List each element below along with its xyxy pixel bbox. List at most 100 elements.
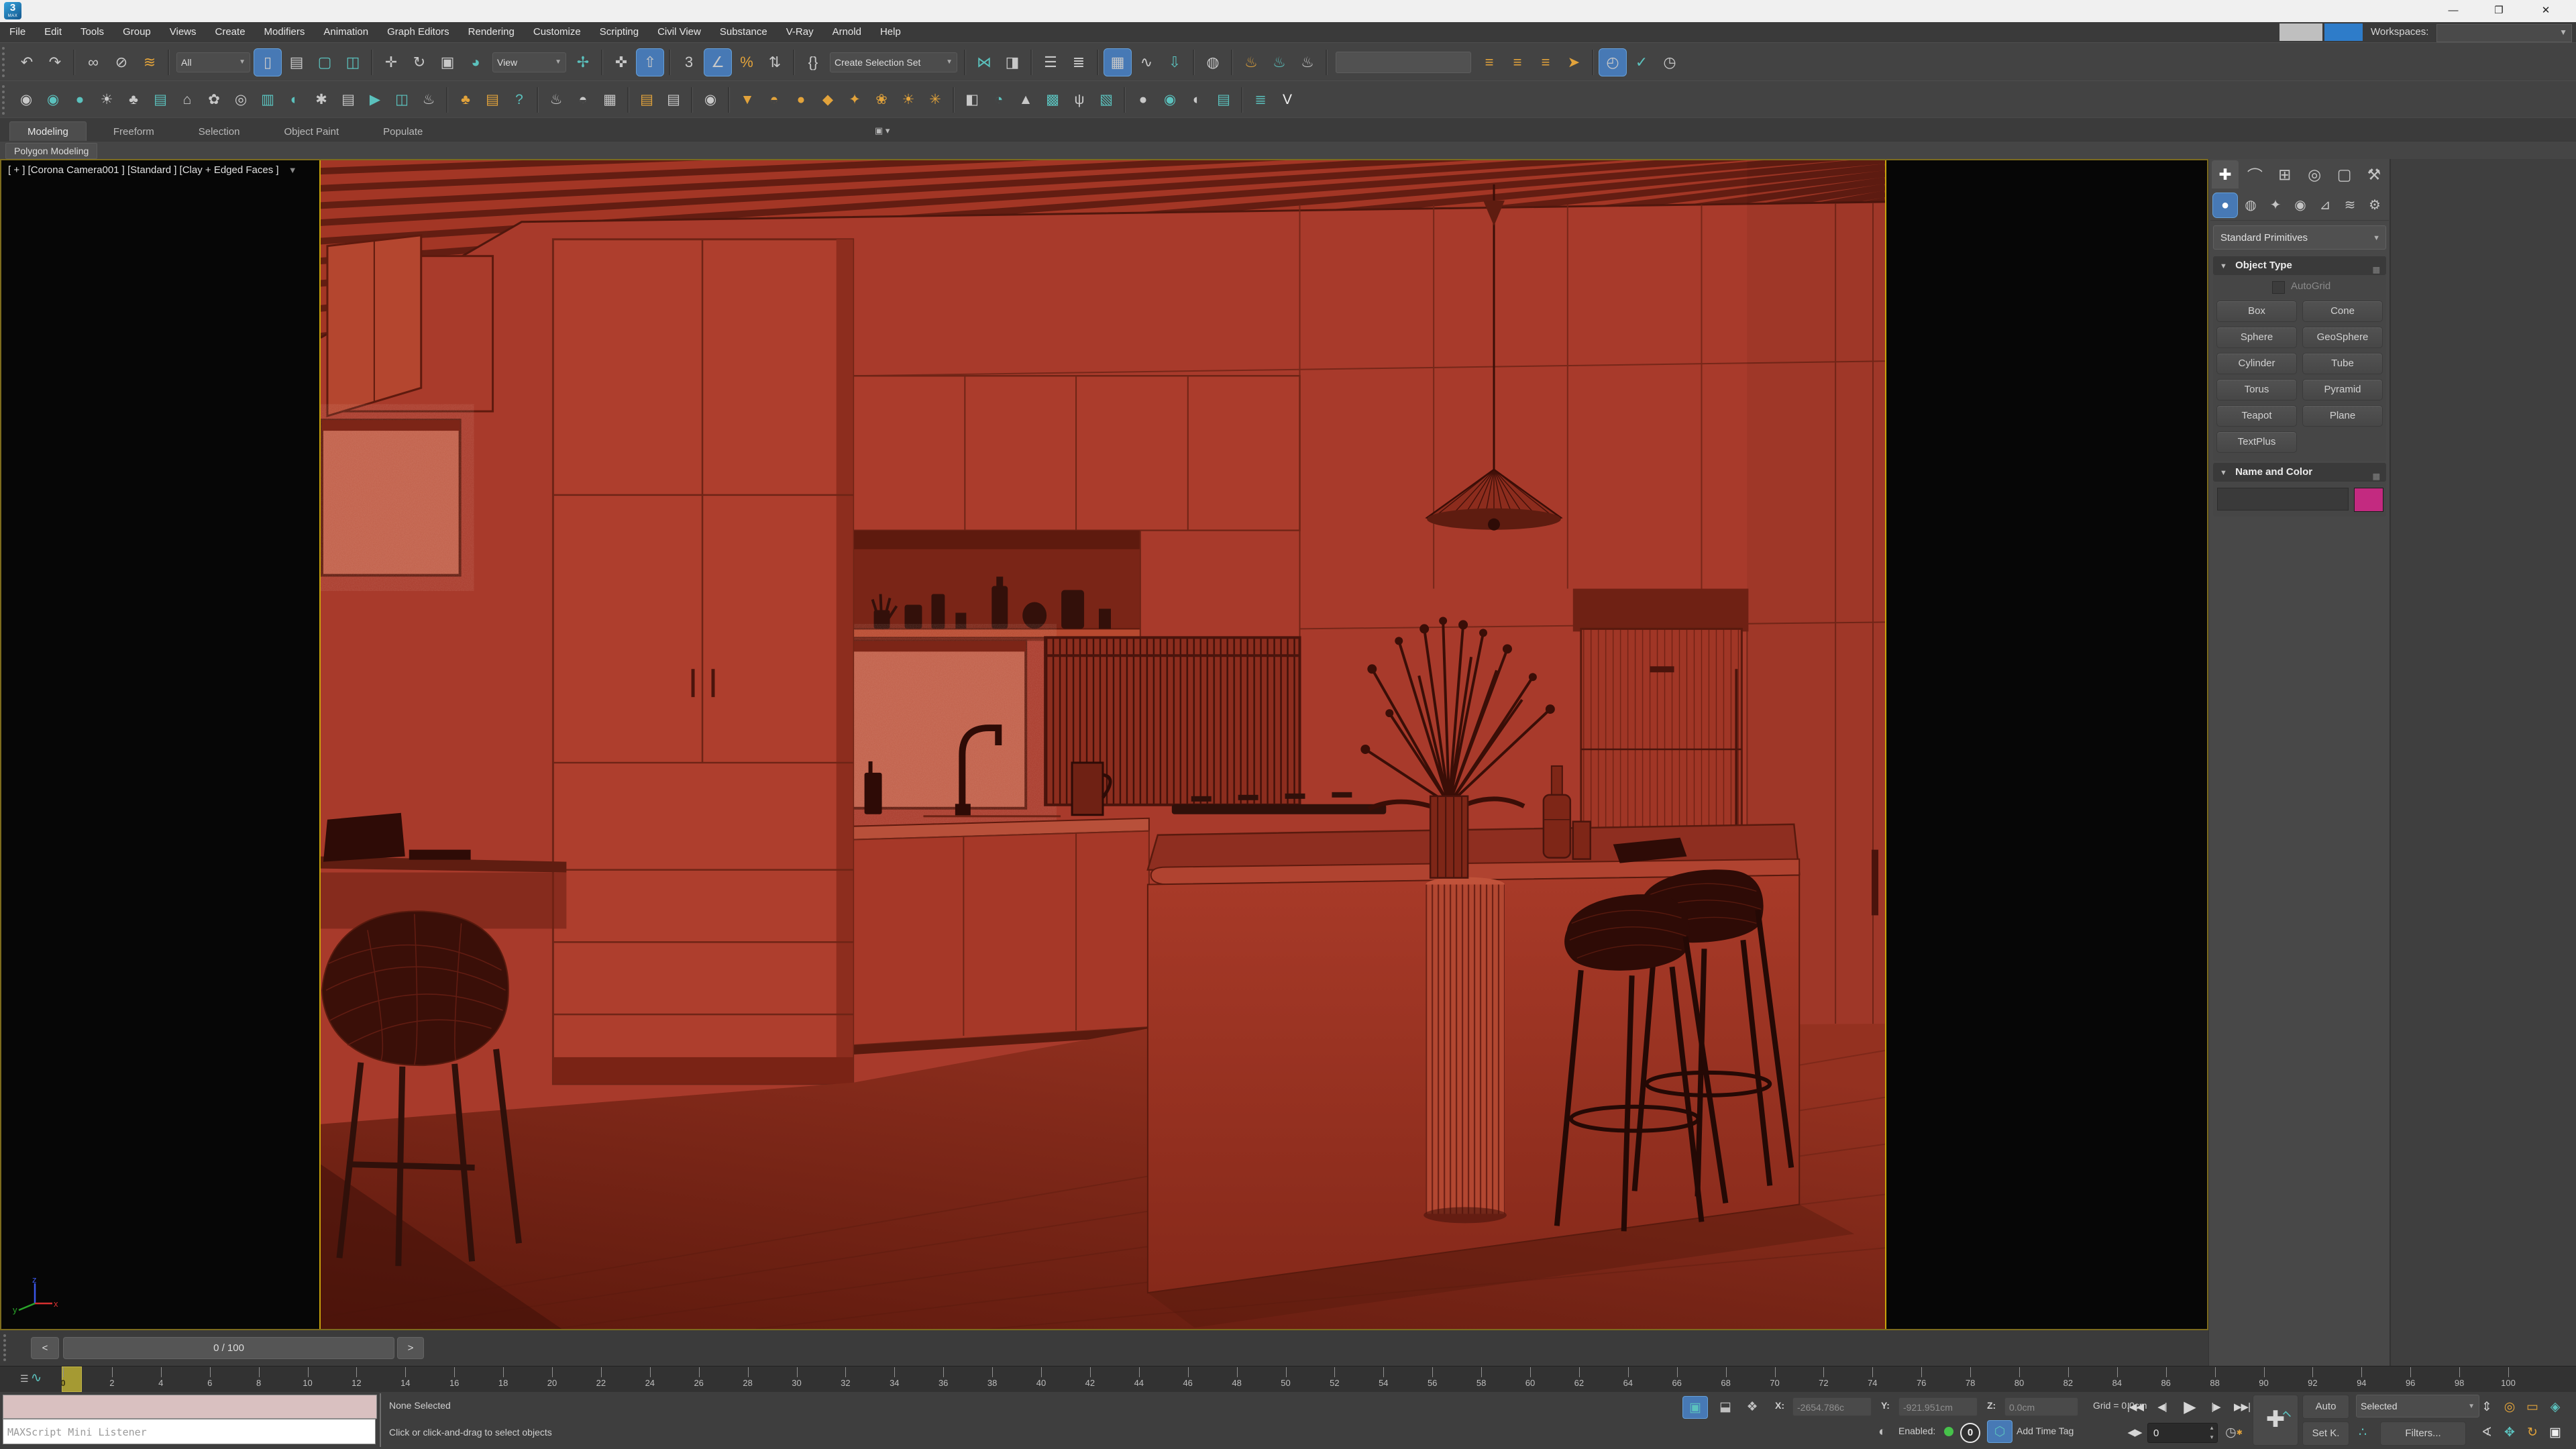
page-camera-icon[interactable]: ▤ [1211, 87, 1236, 113]
script-macro-icon[interactable]: ≡ [1476, 49, 1503, 76]
hierarchy-tab[interactable]: ⊞ [2271, 160, 2298, 189]
light-ies-icon[interactable]: ❀ [869, 87, 894, 113]
menu-item[interactable]: Graph Editors [378, 22, 459, 42]
menu-item[interactable]: Scripting [590, 22, 648, 42]
time-tag-cube-icon[interactable]: ⬡ [1987, 1420, 2012, 1443]
light-sphere-icon[interactable]: ● [788, 87, 814, 113]
vray-teapot-icon[interactable]: ♨ [543, 87, 569, 113]
geo-array-icon[interactable]: ▩ [1040, 87, 1065, 113]
isolate-selection-toggle[interactable]: ▣ [1682, 1396, 1708, 1419]
ribbon-tab[interactable]: Freeform [96, 122, 172, 142]
absolute-mode-icon[interactable]: ❖ [1740, 1396, 1764, 1417]
reference-coordinate-dropdown[interactable]: View▼ [492, 52, 566, 72]
select-and-move-icon[interactable]: ✛ [378, 49, 405, 76]
time-slider[interactable]: 0 / 100 [63, 1337, 394, 1359]
menu-item[interactable]: Substance [710, 22, 777, 42]
rendered-frame-icon[interactable]: ♨ [1266, 49, 1293, 76]
primitive-button[interactable]: Box [2216, 301, 2297, 322]
object-name-input[interactable] [2217, 488, 2349, 511]
menu-item[interactable]: Arnold [823, 22, 871, 42]
vray-logo-icon[interactable]: V [1275, 87, 1300, 113]
display-tab[interactable]: ▢ [2331, 160, 2358, 189]
category-dropdown[interactable]: Standard Primitives▼ [2213, 225, 2386, 250]
space-warps-subtab[interactable]: ≋ [2338, 193, 2362, 217]
key-filter-dropdown[interactable]: Selected▼ [2356, 1395, 2479, 1417]
page-flip-icon[interactable]: ▤ [148, 87, 173, 113]
time-configuration-icon[interactable]: ◷✱ [2222, 1421, 2246, 1443]
filter-funnel-icon[interactable]: ▼ [282, 165, 297, 175]
menu-item[interactable]: V-Ray [777, 22, 823, 42]
script-link-icon[interactable]: ≡ [1532, 49, 1559, 76]
drag-handle[interactable] [3, 1334, 12, 1361]
menu-item[interactable]: File [0, 22, 35, 42]
use-pivot-center-icon[interactable]: ✢ [570, 49, 596, 76]
create-tree-icon[interactable]: ♣ [121, 87, 146, 113]
shapes-subtab[interactable]: ◍ [2239, 193, 2263, 217]
minimize-button[interactable]: — [2438, 0, 2469, 21]
shield-icon[interactable]: ◐ [1870, 1421, 1894, 1443]
select-and-place-icon[interactable]: ◕ [462, 49, 489, 76]
geo-tower-icon[interactable]: ▲ [1013, 87, 1038, 113]
zoom-extents-icon[interactable]: ◎ [2500, 1396, 2520, 1417]
material-editor-icon[interactable]: ◍ [1199, 49, 1226, 76]
select-and-link-icon[interactable]: ∞ [80, 49, 107, 76]
maxscript-mini-listener[interactable]: MAXScript Mini Listener [3, 1419, 376, 1444]
light-mesh-icon[interactable]: ◆ [815, 87, 841, 113]
civil-view-check-icon[interactable]: ✓ [1628, 49, 1655, 76]
maximize-viewport-icon[interactable]: ▣ [2545, 1421, 2565, 1443]
primitive-button[interactable]: Torus [2216, 379, 2297, 400]
object-color-swatch[interactable] [2354, 488, 2383, 512]
key-filters-icon[interactable]: ∴ [2351, 1421, 2375, 1443]
primitive-button[interactable]: Cylinder [2216, 353, 2297, 374]
maximize-button[interactable]: ❐ [2483, 0, 2514, 21]
select-object-icon[interactable]: ▯ [254, 48, 282, 76]
primitive-button[interactable]: Tube [2302, 353, 2383, 374]
toolbar-drag-handle[interactable] [2, 47, 11, 78]
light-spot-icon[interactable]: ✦ [842, 87, 867, 113]
toolbar-drag-handle[interactable] [2, 85, 11, 115]
motion-tab[interactable]: ◎ [2301, 160, 2328, 189]
fov-icon[interactable]: ∢ [2477, 1421, 2497, 1443]
create-sun-icon[interactable]: ☀ [94, 87, 119, 113]
ribbon-tab[interactable]: Object Paint [266, 122, 356, 142]
macro-recorder-field[interactable] [3, 1395, 377, 1419]
palette2-icon[interactable]: ◐ [1184, 87, 1210, 113]
light-sun-icon[interactable]: ☀ [896, 87, 921, 113]
object-type-rollout-header[interactable]: ▼ Object Type ▦ [2213, 256, 2386, 275]
open-shelf[interactable] [853, 531, 1300, 641]
menu-item[interactable]: Views [160, 22, 206, 42]
utilities-tab[interactable]: ⚒ [2361, 160, 2387, 189]
create-tab[interactable]: ✚ [2212, 160, 2239, 189]
window-crossing-icon[interactable]: ◫ [339, 49, 366, 76]
menu-item[interactable]: Civil View [648, 22, 710, 42]
teapot-outline-icon[interactable]: ♨ [416, 87, 441, 113]
go-to-end-button[interactable]: ▶▶| [2229, 1396, 2255, 1419]
create-light-icon[interactable]: ● [67, 87, 93, 113]
primitive-button[interactable]: Cone [2302, 301, 2383, 322]
menu-item[interactable]: Rendering [459, 22, 524, 42]
redo-icon[interactable]: ↷ [42, 49, 68, 76]
ribbon-tab[interactable]: Selection [181, 122, 258, 142]
primitive-button[interactable]: TextPlus [2216, 431, 2297, 453]
doc-light-icon[interactable]: ▤ [634, 87, 659, 113]
window-list-icon[interactable]: ▤ [335, 87, 361, 113]
ribbon-tab[interactable]: Populate [366, 122, 440, 142]
ribbon-tab[interactable]: Modeling [9, 121, 87, 142]
render-setup-icon[interactable]: ♨ [1238, 49, 1265, 76]
doc-camera-icon[interactable]: ▤ [661, 87, 686, 113]
menu-item[interactable]: Tools [71, 22, 113, 42]
viewport-scene[interactable] [321, 160, 1885, 1329]
time-icon[interactable]: ◷ [1656, 49, 1683, 76]
zoom-mode-icon[interactable]: ⇕ [2477, 1396, 2497, 1417]
snaps-toggle-icon[interactable]: 3 [676, 49, 702, 76]
geo-box-icon[interactable]: ◧ [959, 87, 985, 113]
previous-frame-playback-button[interactable]: ◀| [2151, 1396, 2174, 1419]
play-button[interactable]: ▶ [2176, 1396, 2203, 1419]
upper-cabinets[interactable] [853, 376, 1300, 530]
scene-explorer-icon[interactable]: ☰ [1037, 49, 1064, 76]
percent-snap-icon[interactable]: % [733, 49, 760, 76]
key-mode-toggle[interactable]: ◀▶ [2123, 1421, 2147, 1444]
geo-grass-icon[interactable]: ψ [1067, 87, 1092, 113]
systems-subtab[interactable]: ⚙ [2363, 193, 2387, 217]
unlink-selection-icon[interactable]: ⊘ [108, 49, 135, 76]
